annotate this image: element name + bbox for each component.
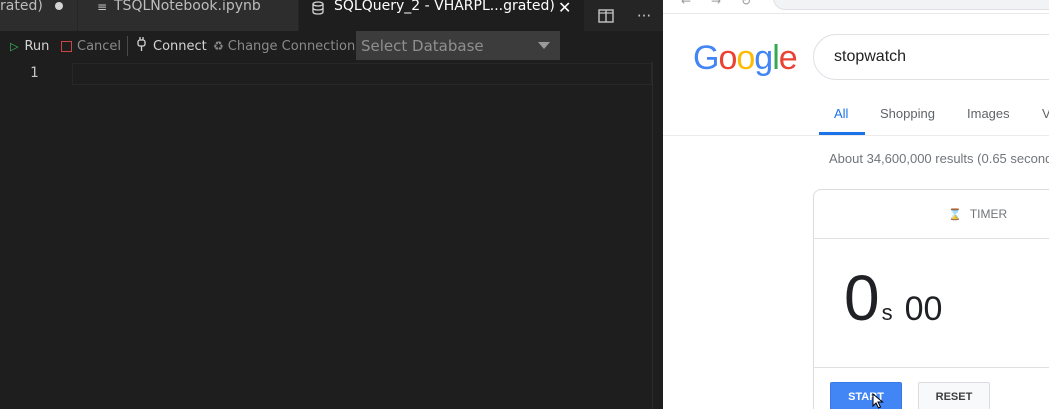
query-toolbar: ▷ Run Cancel Connect ♻ Change Connection…	[0, 31, 663, 61]
hourglass-icon: ⌛	[948, 209, 962, 221]
forward-icon[interactable]: →	[711, 0, 721, 8]
timer-tab-label: TIMER	[969, 207, 1008, 221]
tab-sqlquery-2[interactable]: SQLQuery_2 - VHARPL...grated) ✕	[299, 0, 584, 31]
notebook-file-icon: ≡	[97, 0, 108, 14]
tab-images[interactable]: Images	[967, 106, 1010, 121]
editor-tab-bar: rated) ≡ TSQLNotebook.ipynb SQLQuery_2 -…	[0, 0, 663, 31]
change-connection-icon: ♻	[213, 39, 224, 53]
toolbar-divider	[127, 36, 128, 56]
tab-label: TSQLNotebook.ipynb	[114, 0, 261, 14]
seconds-value: 0	[844, 262, 880, 334]
search-input[interactable]: stopwatch	[813, 34, 1049, 80]
editor-ruler	[652, 61, 653, 409]
start-button[interactable]: START	[830, 382, 902, 409]
widget-divider	[814, 367, 1049, 368]
run-label: Run	[24, 38, 50, 54]
plug-icon	[137, 37, 146, 55]
query-editor-window: rated) ≡ TSQLNotebook.ipynb SQLQuery_2 -…	[0, 0, 663, 409]
more-actions-icon[interactable]: ···	[628, 0, 660, 31]
change-connection-button[interactable]: ♻ Change Connection	[213, 31, 355, 61]
tab-label: SQLQuery_2 - VHARPL...grated)	[334, 0, 555, 14]
close-tab-icon[interactable]: ✕	[558, 0, 571, 17]
stopwatch-widget: ⌛ TIMER 0s 00 START RESET	[813, 189, 1049, 409]
database-select[interactable]: Select Database	[356, 31, 560, 60]
widget-header: ⌛ TIMER	[814, 190, 1049, 239]
address-bar[interactable]	[773, 0, 1049, 10]
stop-icon	[61, 40, 72, 52]
google-logo[interactable]: Google	[693, 39, 798, 78]
code-editor[interactable]: 1	[0, 61, 663, 409]
tab-videos[interactable]: V	[1042, 106, 1049, 121]
connect-label: Connect	[153, 38, 207, 54]
active-tab-indicator	[819, 132, 865, 135]
back-icon[interactable]: ←	[681, 0, 691, 8]
split-editor-icon[interactable]	[590, 0, 622, 31]
cancel-button[interactable]: Cancel	[61, 31, 121, 61]
reset-button[interactable]: RESET	[918, 382, 990, 409]
timer-tab[interactable]: ⌛ TIMER	[948, 207, 1007, 221]
unsaved-dot-icon	[55, 2, 63, 10]
reload-icon[interactable]: ↻	[741, 0, 751, 8]
elapsed-time: 0s 00	[844, 266, 942, 330]
tab-previous-query[interactable]: rated)	[0, 0, 77, 31]
current-line-highlight	[72, 63, 652, 85]
cancel-label: Cancel	[77, 38, 122, 54]
mouse-pointer-icon	[872, 392, 884, 409]
tab-tsql-notebook[interactable]: ≡ TSQLNotebook.ipynb	[78, 0, 361, 31]
database-icon	[312, 1, 324, 19]
browser-window: ← → ↻ Google stopwatch All Shopping Imag…	[663, 0, 1049, 409]
tab-label: rated)	[0, 0, 43, 14]
tab-shopping[interactable]: Shopping	[880, 106, 935, 121]
chevron-down-icon	[538, 42, 550, 49]
search-query: stopwatch	[834, 48, 907, 65]
tab-all[interactable]: All	[834, 106, 848, 121]
database-select-value: Select Database	[361, 36, 484, 55]
seconds-unit: s	[881, 300, 893, 325]
play-icon: ▷	[10, 39, 19, 53]
change-connection-label: Change Connection	[227, 38, 356, 54]
line-number: 1	[30, 65, 39, 81]
search-tabs: All Shopping Images V	[663, 98, 1049, 136]
result-stats: About 34,600,000 results (0.65 seconds)	[829, 151, 1049, 166]
centiseconds-value: 00	[904, 290, 943, 328]
connect-button[interactable]: Connect	[137, 31, 207, 61]
browser-address-strip: ← → ↻	[663, 0, 1049, 14]
run-button[interactable]: ▷ Run	[10, 31, 49, 61]
